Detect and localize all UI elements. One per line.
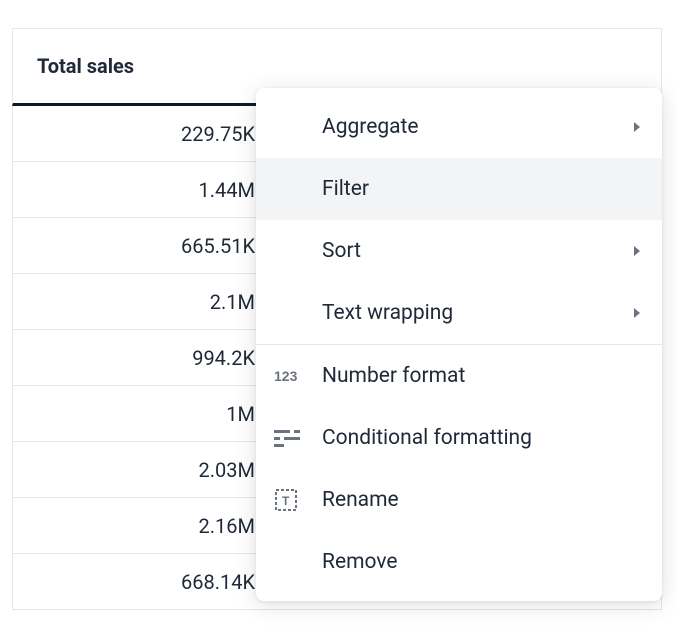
chevron-right-icon xyxy=(632,306,642,320)
svg-text:T: T xyxy=(282,494,290,508)
menu-item-conditional-formatting[interactable]: Conditional formatting xyxy=(256,407,662,469)
context-menu: Aggregate Filter Sort Text wrapping 123 … xyxy=(256,88,662,601)
rename-icon: T xyxy=(274,488,322,512)
menu-label: Conditional formatting xyxy=(322,426,642,450)
menu-item-text-wrapping[interactable]: Text wrapping xyxy=(256,282,662,344)
conditional-formatting-icon xyxy=(274,428,322,448)
cell-value: 665.51K xyxy=(181,234,255,258)
menu-label: Aggregate xyxy=(322,115,632,139)
cell-value: 2.16M xyxy=(199,514,255,538)
menu-item-number-format[interactable]: 123 Number format xyxy=(256,345,662,407)
menu-label: Number format xyxy=(322,364,642,388)
menu-label: Remove xyxy=(322,550,642,574)
menu-label: Filter xyxy=(322,177,642,201)
cell-value: 1M xyxy=(226,402,255,426)
cell-value: 2.1M xyxy=(210,290,255,314)
menu-item-aggregate[interactable]: Aggregate xyxy=(256,96,662,158)
menu-label: Text wrapping xyxy=(322,301,632,325)
cell-value: 668.14K xyxy=(181,570,255,594)
menu-label: Rename xyxy=(322,488,642,512)
column-header-label: Total sales xyxy=(37,54,134,78)
menu-item-filter[interactable]: Filter xyxy=(256,158,662,220)
number-format-icon: 123 xyxy=(274,367,322,385)
svg-text:123: 123 xyxy=(274,368,298,384)
menu-item-remove[interactable]: Remove xyxy=(256,531,662,593)
cell-value: 994.2K xyxy=(192,346,255,370)
chevron-right-icon xyxy=(632,244,642,258)
menu-item-rename[interactable]: T Rename xyxy=(256,469,662,531)
menu-item-sort[interactable]: Sort xyxy=(256,220,662,282)
cell-value: 2.03M xyxy=(199,458,255,482)
menu-label: Sort xyxy=(322,239,632,263)
cell-value: 1.44M xyxy=(199,178,255,202)
cell-value: 229.75K xyxy=(181,122,255,146)
chevron-right-icon xyxy=(632,120,642,134)
